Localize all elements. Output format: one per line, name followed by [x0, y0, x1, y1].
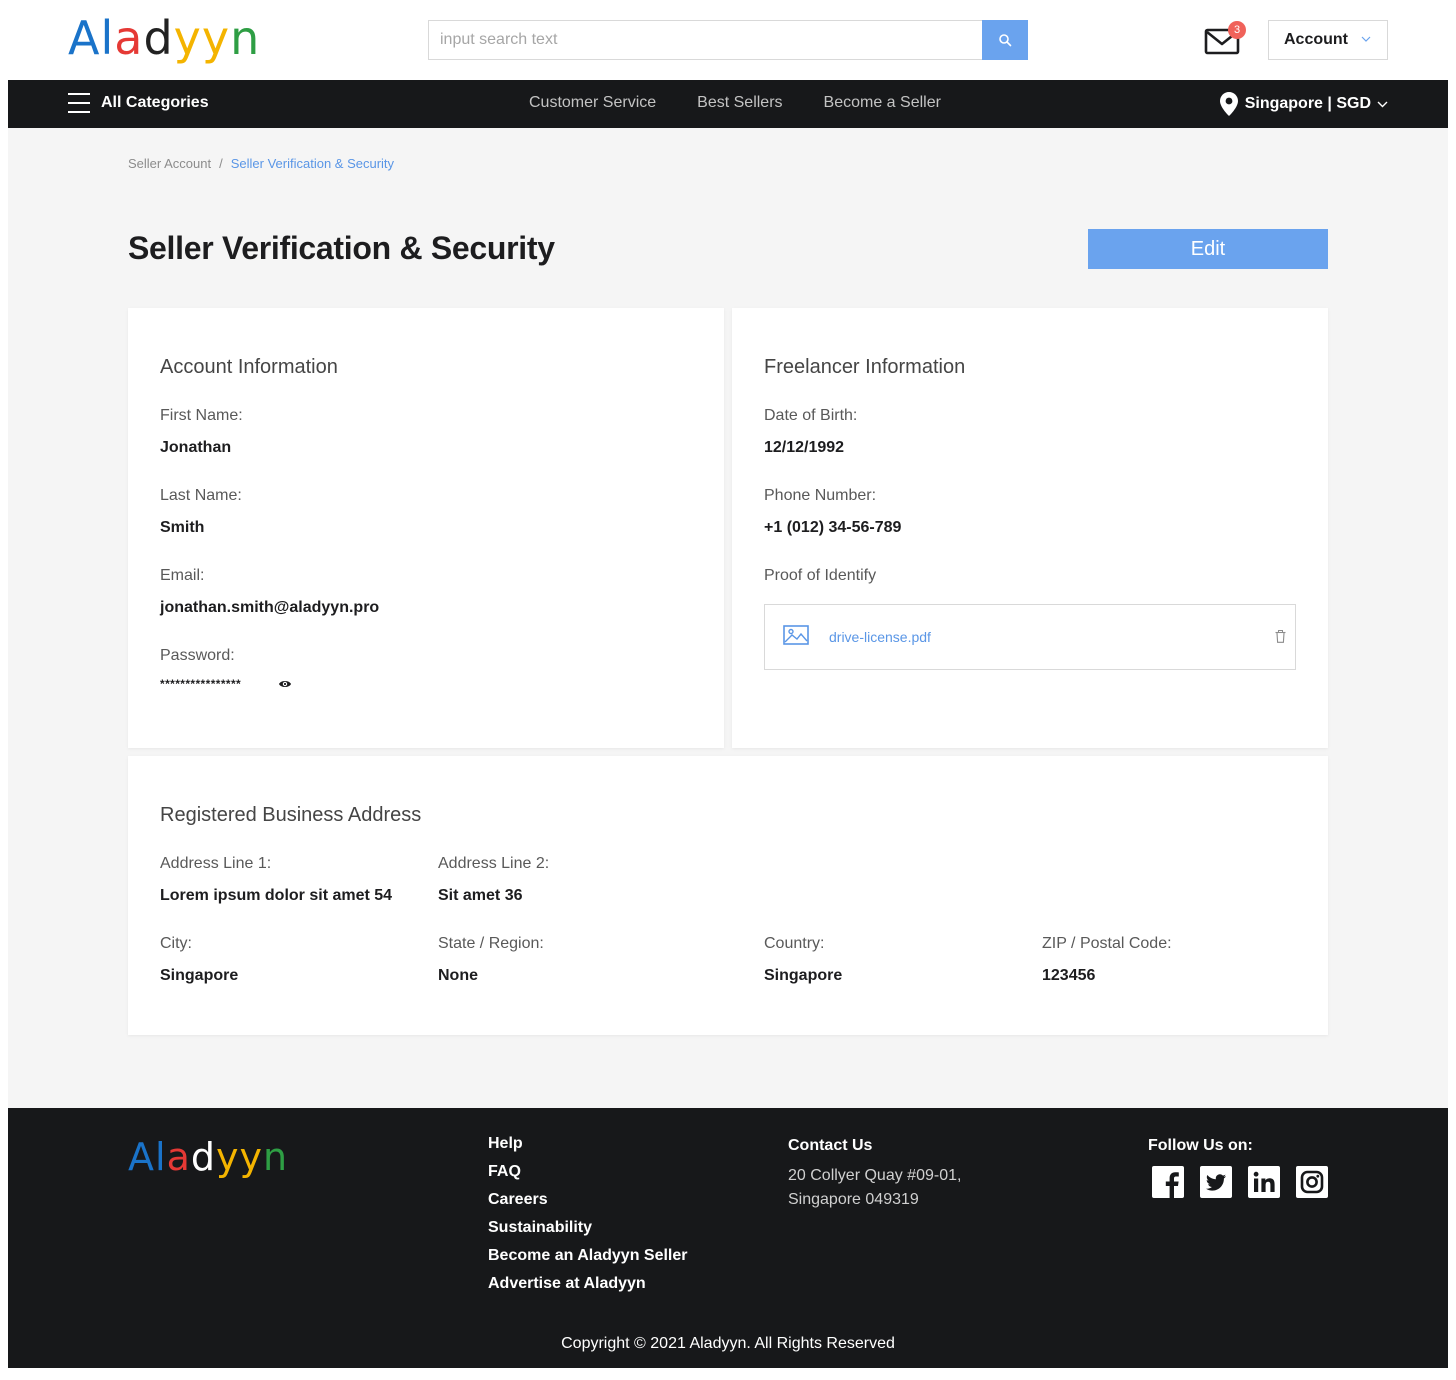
card-title: Account Information: [160, 356, 338, 378]
contact-address: 20 Collyer Quay #09-01, Singapore 049319: [788, 1164, 961, 1212]
first-name-value: Jonathan: [160, 439, 232, 456]
search-icon: [999, 34, 1012, 47]
all-categories-link[interactable]: All Categories: [101, 94, 209, 112]
nav-link-become-seller[interactable]: Become a Seller: [824, 94, 941, 112]
search-bar: [428, 20, 1028, 60]
logo-letter: d: [143, 11, 174, 65]
top-header: Aladyyn 3 Account: [0, 0, 1456, 80]
footer-link-help[interactable]: Help: [488, 1134, 688, 1162]
proof-of-identity-label: Proof of Identify: [764, 567, 877, 584]
chevron-down-icon: [1377, 101, 1388, 108]
trash-icon[interactable]: [1275, 630, 1286, 643]
image-file-icon: [783, 625, 809, 645]
address-line1-value: Lorem ipsum dolor sit amet 54: [160, 887, 393, 904]
freelancer-information-card: Freelancer Information Date of Birth: 12…: [732, 308, 1328, 748]
city-value: Singapore: [160, 967, 239, 984]
zip-value: 123456: [1042, 967, 1096, 984]
logo[interactable]: Aladyyn: [68, 10, 260, 66]
account-information-card: Account Information First Name: Jonathan…: [128, 308, 724, 748]
state-label: State / Region:: [438, 935, 544, 952]
footer-link-faq[interactable]: FAQ: [488, 1162, 688, 1190]
logo-letter: l: [100, 11, 115, 65]
logo-letter: y: [201, 11, 231, 65]
account-label: Account: [1284, 31, 1348, 48]
twitter-icon[interactable]: [1200, 1166, 1232, 1198]
address-line2-label: Address Line 2:: [438, 855, 550, 872]
main-navbar: All Categories Customer Service Best Sel…: [8, 80, 1448, 128]
logo-letter: y: [173, 11, 202, 65]
logo-letter: l: [155, 1135, 167, 1179]
last-name-label: Last Name:: [160, 487, 242, 504]
instagram-icon[interactable]: [1296, 1166, 1328, 1198]
region-selector[interactable]: Singapore | SGD: [1219, 92, 1388, 116]
nav-link-customer-service[interactable]: Customer Service: [529, 94, 656, 112]
first-name-label: First Name:: [160, 407, 243, 424]
page-title: Seller Verification & Security: [128, 230, 555, 266]
menu-icon[interactable]: [68, 93, 92, 115]
search-input[interactable]: [428, 20, 982, 60]
email-label: Email:: [160, 567, 205, 584]
footer-link-become-seller[interactable]: Become an Aladyyn Seller: [488, 1246, 688, 1274]
notification-badge: 3: [1228, 21, 1246, 39]
logo-letter: d: [190, 1135, 216, 1179]
nav-link-best-sellers[interactable]: Best Sellers: [697, 94, 782, 112]
uploaded-file: drive-license.pdf: [764, 604, 1296, 670]
location-pin-icon: [1219, 92, 1238, 116]
logo-letter: a: [166, 1135, 191, 1179]
logo-letter: A: [128, 1135, 155, 1179]
address-line2-value: Sit amet 36: [438, 887, 523, 904]
footer-link-advertise[interactable]: Advertise at Aladyyn: [488, 1274, 688, 1302]
logo-letter: A: [68, 11, 101, 65]
footer: Aladyyn Help FAQ Careers Sustainability …: [8, 1108, 1448, 1368]
dob-label: Date of Birth:: [764, 407, 858, 424]
copyright-text: Copyright © 2021 Aladyyn. All Rights Res…: [561, 1335, 895, 1352]
address-line1-label: Address Line 1:: [160, 855, 272, 872]
state-value: None: [438, 967, 478, 984]
logo-letter: y: [215, 1135, 240, 1179]
linkedin-icon[interactable]: [1248, 1166, 1280, 1198]
footer-link-sustainability[interactable]: Sustainability: [488, 1218, 688, 1246]
phone-value: +1 (012) 34-56-789: [764, 519, 902, 536]
last-name-value: Smith: [160, 519, 205, 536]
search-button[interactable]: [982, 20, 1028, 60]
breadcrumb-separator: /: [219, 156, 223, 171]
nav-links: Customer Service Best Sellers Become a S…: [529, 94, 941, 112]
dob-value: 12/12/1992: [764, 439, 845, 456]
password-label: Password:: [160, 647, 235, 664]
edit-button[interactable]: Edit: [1088, 229, 1328, 269]
social-links: [1152, 1166, 1328, 1198]
breadcrumb-seller-account[interactable]: Seller Account: [128, 156, 211, 171]
business-address-card: Registered Business Address Address Line…: [128, 756, 1328, 1035]
card-title: Freelancer Information: [764, 356, 966, 378]
footer-links: Help FAQ Careers Sustainability Become a…: [488, 1134, 688, 1302]
logo-letter: n: [230, 11, 261, 65]
city-label: City:: [160, 935, 192, 952]
contact-title: Contact Us: [788, 1137, 873, 1154]
eye-icon[interactable]: [278, 678, 292, 690]
logo-letter: y: [239, 1135, 263, 1179]
breadcrumb-current[interactable]: Seller Verification & Security: [231, 156, 394, 171]
region-label: Singapore | SGD: [1244, 95, 1371, 112]
facebook-icon[interactable]: [1152, 1166, 1184, 1198]
country-value: Singapore: [764, 967, 843, 984]
footer-link-careers[interactable]: Careers: [488, 1190, 688, 1218]
logo-letter: a: [114, 11, 144, 65]
card-title: Registered Business Address: [160, 804, 422, 826]
main-content: Seller Account / Seller Verification & Sec…: [8, 128, 1448, 1108]
address-line: 20 Collyer Quay #09-01,: [788, 1167, 962, 1184]
breadcrumb: Seller Account / Seller Verification & Sec…: [128, 156, 394, 171]
country-label: Country:: [764, 935, 825, 952]
address-line: Singapore 049319: [788, 1191, 919, 1208]
zip-label: ZIP / Postal Code:: [1042, 935, 1172, 952]
logo-letter: n: [262, 1135, 289, 1179]
follow-title: Follow Us on:: [1148, 1137, 1253, 1154]
footer-logo[interactable]: Aladyyn: [128, 1134, 288, 1180]
password-value: ****************: [160, 677, 242, 691]
account-dropdown[interactable]: Account: [1268, 20, 1388, 60]
phone-label: Phone Number:: [764, 487, 877, 504]
email-value: jonathan.smith@aladyyn.pro: [160, 599, 380, 616]
chevron-down-icon: [1361, 36, 1371, 42]
file-name-link[interactable]: drive-license.pdf: [829, 629, 931, 645]
